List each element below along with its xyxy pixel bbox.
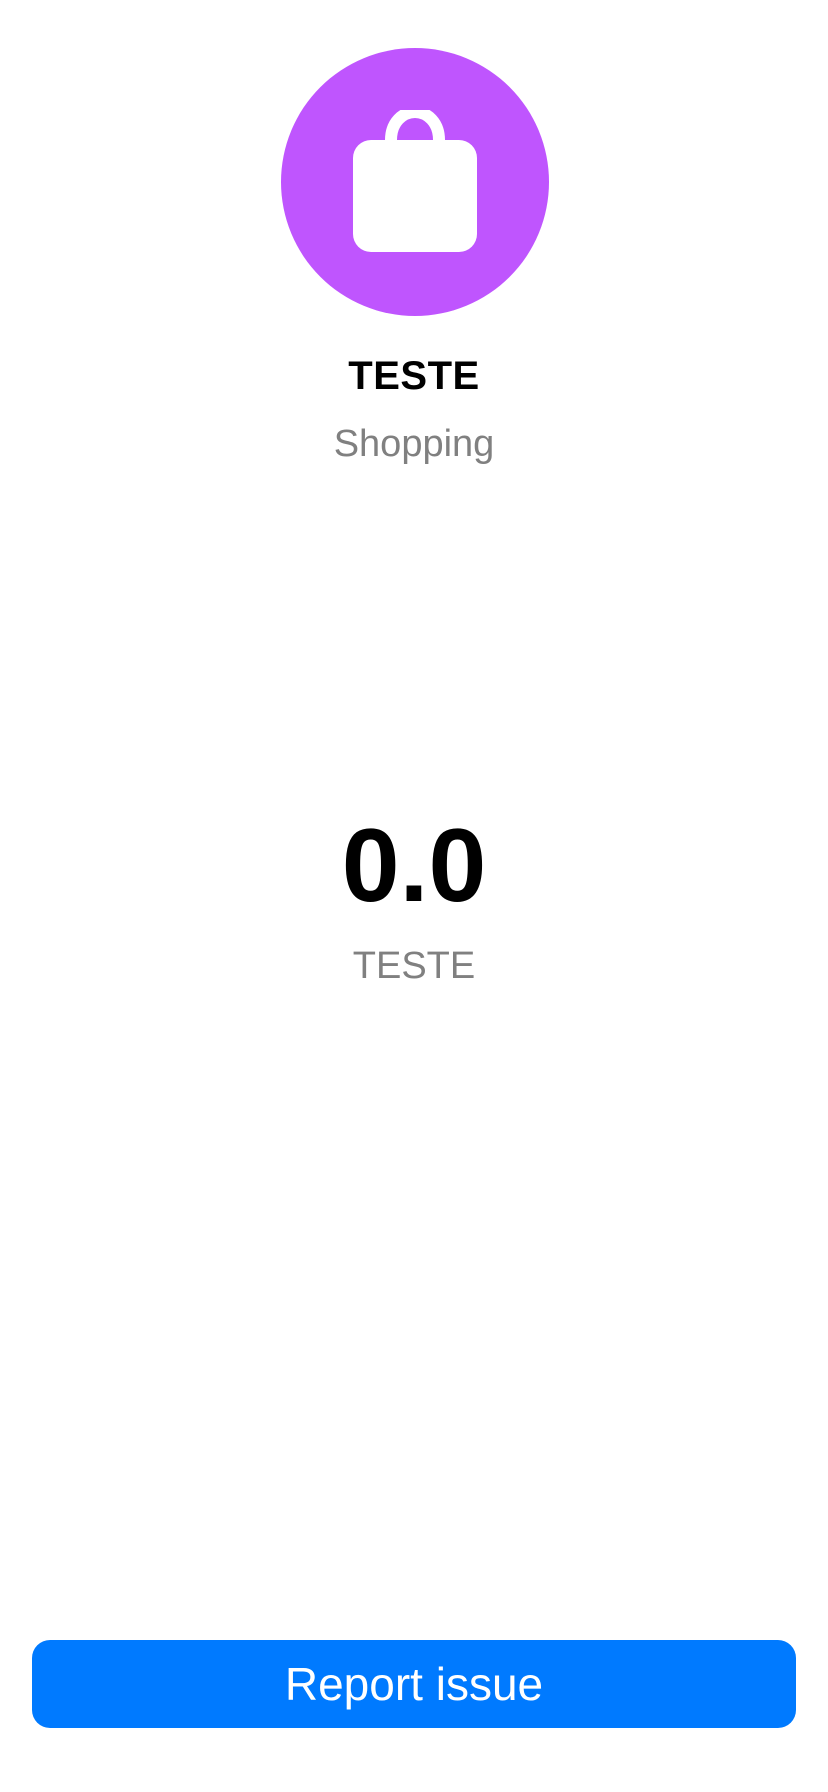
transaction-detail-screen: TESTE Shopping 0.0 TESTE Report issue: [0, 0, 828, 1792]
amount-label: TESTE: [352, 945, 476, 987]
merchant-category: Shopping: [333, 423, 495, 465]
shopping-bag-icon: [353, 110, 477, 252]
amount-value: 0.0: [341, 808, 487, 924]
report-issue-button[interactable]: Report issue: [32, 1640, 796, 1728]
merchant-name: TESTE: [348, 354, 480, 398]
merchant-avatar: [281, 48, 549, 316]
